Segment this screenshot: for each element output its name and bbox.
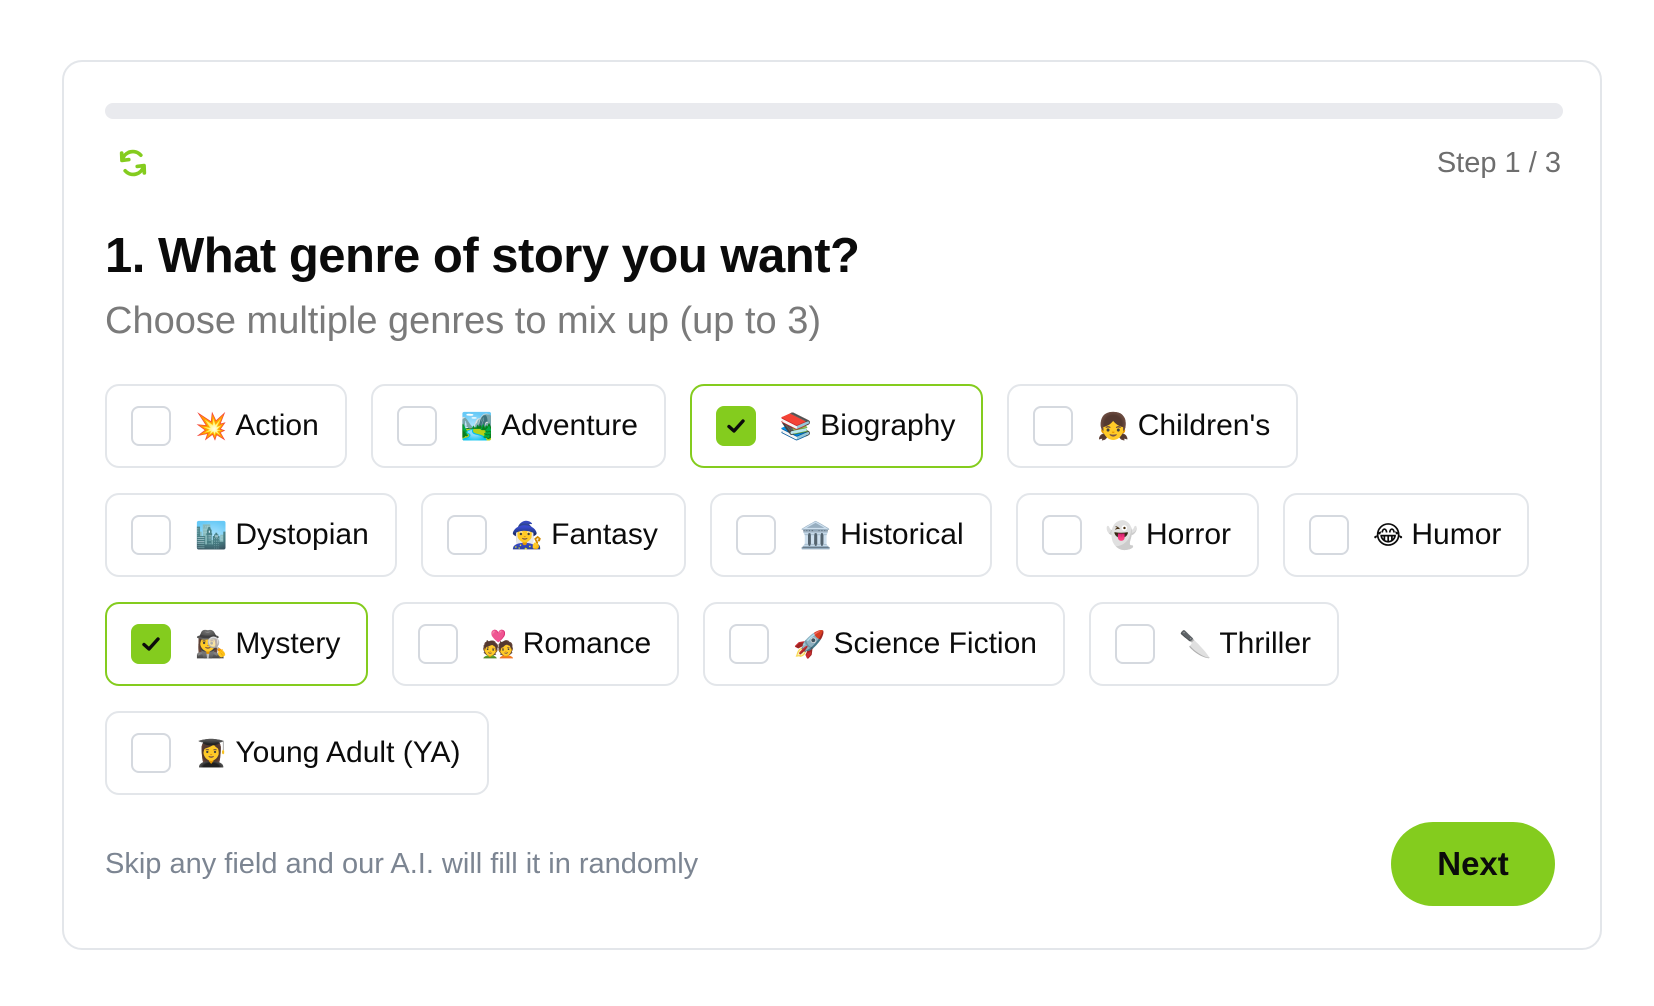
checkbox[interactable]	[729, 624, 770, 664]
genre-label: Historical	[840, 518, 964, 551]
genre-option-children-s[interactable]: 👧 Children's	[1007, 384, 1299, 468]
genre-label: Action	[235, 409, 319, 442]
genre-option-dystopian[interactable]: 🏙️ Dystopian	[105, 493, 397, 577]
genre-option-humor[interactable]: 😂 Humor	[1283, 493, 1530, 577]
genre-option-young-adult-ya[interactable]: 👩‍🎓 Young Adult (YA)	[105, 711, 489, 795]
genre-label: Children's	[1137, 409, 1271, 442]
genre-emoji-icon: 👧	[1097, 411, 1130, 441]
genre-label: Young Adult (YA)	[235, 736, 461, 769]
checkbox[interactable]	[396, 406, 437, 446]
genre-option-thriller[interactable]: 🔪 Thriller	[1088, 602, 1340, 686]
genre-emoji-icon: 🧙‍♀️	[510, 520, 544, 550]
genre-emoji-icon: 📚	[779, 411, 813, 441]
checkbox[interactable]	[715, 406, 756, 446]
genre-label: Thriller	[1219, 627, 1312, 660]
genre-emoji-icon: 💑	[482, 629, 515, 659]
genre-emoji-icon: 🚀	[793, 629, 826, 659]
question-title: 1. What genre of story you want?	[105, 229, 860, 283]
checkbox[interactable]	[1309, 515, 1349, 555]
genre-label: Humor	[1411, 518, 1502, 551]
genre-option-adventure[interactable]: 🏞️ Adventure	[370, 384, 666, 468]
genre-emoji-icon: 👻	[1105, 520, 1138, 550]
genre-emoji-icon: 🏛️	[799, 520, 833, 550]
genre-label: Dystopian	[235, 518, 369, 551]
genre-label: Horror	[1145, 518, 1231, 551]
question-subtitle: Choose multiple genres to mix up (up to …	[105, 300, 822, 342]
genre-row: 👩‍🎓 Young Adult (YA)	[105, 711, 1575, 795]
genre-emoji-icon: 🔪	[1178, 629, 1212, 659]
checkbox[interactable]	[131, 406, 171, 446]
checkmark-icon	[727, 419, 745, 433]
genre-emoji-icon: 🕵️‍♀️	[195, 629, 228, 659]
genre-option-historical[interactable]: 🏛️ Historical	[709, 493, 992, 577]
checkbox[interactable]	[131, 515, 171, 555]
step-indicator: Step 1 / 3	[1436, 147, 1561, 179]
genre-label: Romance	[522, 627, 652, 660]
genre-emoji-icon: 💥	[195, 411, 228, 441]
checkbox[interactable]	[1041, 515, 1082, 555]
checkbox[interactable]	[1114, 624, 1155, 664]
genre-row: 🏙️ Dystopian 🧙‍♀️ Fantasy 🏛️ Historical 👻 Horro…	[105, 493, 1575, 577]
genre-label: Mystery	[235, 627, 341, 660]
checkbox[interactable]	[446, 515, 487, 555]
genre-option-mystery[interactable]: 🕵️‍♀️ Mystery	[105, 602, 369, 686]
genre-option-fantasy[interactable]: 🧙‍♀️ Fantasy	[420, 493, 686, 577]
genre-label: Adventure	[501, 409, 638, 442]
skip-hint: Skip any field and our A.I. will fill it…	[105, 848, 699, 880]
genre-row: 🕵️‍♀️ Mystery 💑 Romance 🚀 Science Fiction 🔪 Thr…	[105, 602, 1575, 686]
checkbox[interactable]	[1033, 406, 1074, 446]
checkbox[interactable]	[735, 515, 776, 555]
genre-emoji-icon: 👩‍🎓	[195, 738, 228, 768]
genre-option-science-fiction[interactable]: 🚀 Science Fiction	[703, 602, 1065, 686]
genre-emoji-icon: 😂	[1373, 520, 1404, 550]
next-button[interactable]: Next	[1391, 822, 1555, 906]
genre-option-biography[interactable]: 📚 Biography	[689, 384, 984, 468]
refresh-icon[interactable]	[116, 146, 150, 180]
genre-label: Biography	[820, 409, 956, 442]
genre-emoji-icon: 🏙️	[195, 520, 228, 550]
genre-option-action[interactable]: 💥 Action	[105, 384, 347, 468]
progress-bar	[105, 103, 1563, 119]
genre-label: Science Fiction	[833, 627, 1037, 660]
genre-label: Fantasy	[551, 518, 658, 551]
checkbox[interactable]	[418, 624, 459, 664]
genre-options: 💥 Action 🏞️ Adventure 📚 Biography 👧 Children's 🏙…	[105, 384, 1575, 820]
genre-option-horror[interactable]: 👻 Horror	[1015, 493, 1259, 577]
genre-row: 💥 Action 🏞️ Adventure 📚 Biography 👧 Children's	[105, 384, 1575, 468]
checkbox[interactable]	[131, 733, 171, 773]
checkbox[interactable]	[131, 624, 171, 664]
checkmark-icon	[142, 637, 160, 651]
genre-question-card: Step 1 / 3 1. What genre of story you wa…	[62, 60, 1602, 950]
genre-emoji-icon: 🏞️	[460, 411, 494, 441]
genre-option-romance[interactable]: 💑 Romance	[392, 602, 680, 686]
